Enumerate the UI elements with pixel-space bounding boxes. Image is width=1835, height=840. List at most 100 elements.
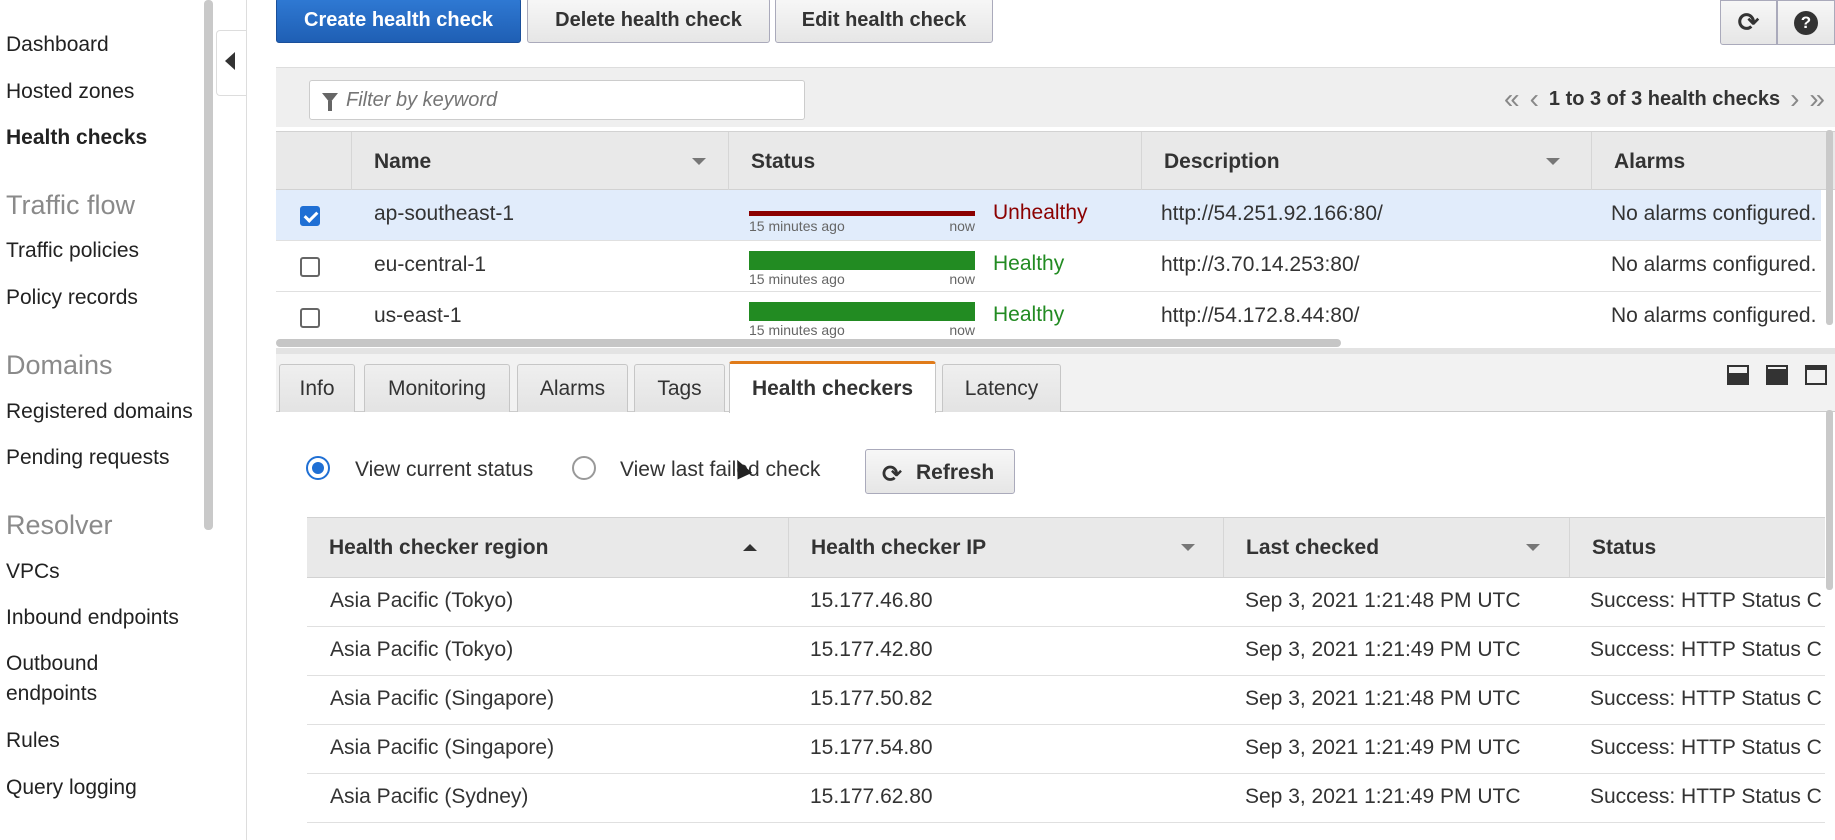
checker-region: Asia Pacific (Tokyo) (330, 589, 514, 612)
sidebar-item-outbound-endpoints-line2[interactable]: endpoints (6, 681, 97, 707)
sidebar-item-registered-domains[interactable]: Registered domains (6, 399, 193, 425)
column-ip[interactable]: Health checker IP (788, 518, 1223, 577)
checker-status: Success: HTTP Status C (1590, 736, 1822, 759)
collapse-sidebar-button[interactable] (216, 30, 246, 96)
row-checkbox[interactable] (300, 257, 320, 277)
sort-ascending-icon[interactable] (743, 544, 757, 551)
status-bar-fill (749, 251, 975, 270)
delete-health-check-button[interactable]: Delete health check (527, 0, 770, 43)
checkers-vertical-scrollbar[interactable] (1826, 410, 1833, 590)
sort-icon[interactable] (1526, 544, 1540, 551)
table-row: Asia Pacific (Singapore) 15.177.50.82 Se… (307, 676, 1825, 725)
status-text: Healthy (993, 303, 1065, 326)
status-text: Unhealthy (993, 201, 1088, 224)
column-alarms[interactable]: Alarms (1591, 132, 1835, 191)
column-checker-status[interactable]: Status (1569, 518, 1825, 577)
checker-region: Asia Pacific (Singapore) (330, 736, 555, 759)
checker-status: Success: HTTP Status C (1590, 589, 1822, 612)
sidebar-item-query-logging[interactable]: Query logging (6, 775, 137, 801)
panel-small-icon[interactable] (1727, 365, 1749, 385)
sidebar-item-pending-requests[interactable]: Pending requests (6, 445, 169, 471)
sidebar-item-hosted-zones[interactable]: Hosted zones (6, 79, 134, 105)
help-button[interactable]: ? (1777, 0, 1835, 45)
panel-large-icon[interactable] (1805, 365, 1827, 385)
horizontal-scrollbar[interactable] (276, 339, 1341, 347)
health-check-name: eu-central-1 (374, 253, 487, 276)
radio-last-failed[interactable] (572, 456, 596, 480)
table-row: Asia Pacific (Tokyo) 15.177.46.80 Sep 3,… (307, 578, 1825, 627)
tab-latency[interactable]: Latency (942, 364, 1061, 412)
column-name[interactable]: Name (351, 132, 728, 191)
tab-info[interactable]: Info (279, 364, 355, 412)
radio-current-status-label: View current status (355, 458, 534, 481)
next-page-icon[interactable]: › (1790, 85, 1799, 113)
section-resolver: Resolver (6, 510, 113, 540)
radio-current-status[interactable] (306, 456, 330, 480)
sidebar-divider (246, 0, 247, 840)
sort-icon[interactable] (1546, 158, 1560, 165)
row-checkbox[interactable] (300, 206, 320, 226)
sidebar-item-inbound-endpoints[interactable]: Inbound endpoints (6, 605, 179, 631)
table-row[interactable]: us-east-1 15 minutes ago now Healthy htt… (276, 292, 1821, 338)
sidebar: Dashboard Hosted zones Health checks Tra… (0, 0, 206, 840)
table-row[interactable]: eu-central-1 15 minutes ago now Healthy … (276, 241, 1821, 292)
description-text: http://54.172.8.44:80/ (1161, 304, 1360, 327)
checker-status: Success: HTTP Status C (1590, 638, 1822, 661)
checker-last-checked: Sep 3, 2021 1:21:49 PM UTC (1245, 736, 1521, 759)
radio-last-failed-label: View last failed check (620, 458, 821, 481)
filter-field[interactable] (309, 80, 805, 120)
help-icon: ? (1794, 10, 1818, 35)
table-row: Asia Pacific (Singapore) 15.177.54.80 Se… (307, 725, 1825, 774)
column-description[interactable]: Description (1141, 132, 1591, 191)
filter-icon (322, 93, 338, 111)
prev-page-icon[interactable]: ‹ (1530, 85, 1539, 113)
checker-ip: 15.177.62.80 (810, 785, 933, 808)
sidebar-item-dashboard[interactable]: Dashboard (6, 32, 109, 58)
checker-region: Asia Pacific (Tokyo) (330, 638, 514, 661)
sidebar-scrollbar[interactable] (204, 0, 213, 530)
status-timeline: 15 minutes ago now (749, 251, 975, 291)
panel-medium-icon[interactable] (1766, 365, 1788, 385)
sidebar-item-vpcs[interactable]: VPCs (6, 559, 60, 585)
status-bar-fill (749, 302, 975, 321)
sidebar-item-traffic-policies[interactable]: Traffic policies (6, 238, 139, 264)
alarms-text: No alarms configured. (1611, 202, 1817, 225)
table-vertical-scrollbar[interactable] (1826, 130, 1833, 325)
sidebar-item-health-checks[interactable]: Health checks (6, 125, 147, 151)
table-row[interactable]: ap-southeast-1 15 minutes ago now Unheal… (276, 190, 1821, 241)
sort-icon[interactable] (692, 158, 706, 165)
checkers-table-header: Health checker region Health checker IP … (307, 517, 1825, 578)
refresh-button[interactable]: ⟳ Refresh (865, 449, 1015, 494)
create-health-check-button[interactable]: Create health check (276, 0, 521, 43)
caret-left-icon (225, 52, 235, 70)
sidebar-item-outbound-endpoints[interactable]: Outbound (6, 651, 98, 677)
last-page-icon[interactable]: » (1809, 85, 1825, 113)
tab-monitoring[interactable]: Monitoring (364, 364, 510, 412)
tab-health-checkers[interactable]: Health checkers (729, 361, 936, 413)
column-last-checked[interactable]: Last checked (1223, 518, 1569, 577)
row-checkbox[interactable] (300, 308, 320, 328)
section-domains: Domains (6, 350, 113, 380)
column-status[interactable]: Status (728, 132, 1141, 191)
checker-ip: 15.177.46.80 (810, 589, 933, 612)
edit-health-check-button[interactable]: Edit health check (775, 0, 993, 43)
checker-last-checked: Sep 3, 2021 1:21:49 PM UTC (1245, 638, 1521, 661)
filter-input[interactable] (346, 87, 786, 113)
checker-status: Success: HTTP Status C (1590, 687, 1822, 710)
tab-alarms[interactable]: Alarms (517, 364, 628, 412)
tab-tags[interactable]: Tags (634, 364, 725, 412)
checker-region: Asia Pacific (Sydney) (330, 785, 529, 808)
checker-last-checked: Sep 3, 2021 1:21:49 PM UTC (1245, 785, 1521, 808)
column-region[interactable]: Health checker region (307, 518, 788, 577)
checker-ip: 15.177.54.80 (810, 736, 933, 759)
pagination: « ‹ 1 to 3 of 3 health checks › » (1504, 84, 1825, 114)
checker-region: Asia Pacific (Singapore) (330, 687, 555, 710)
alarms-text: No alarms configured. (1611, 253, 1817, 276)
reload-button[interactable]: ⟳ (1720, 0, 1777, 45)
description-text: http://54.251.92.166:80/ (1161, 202, 1383, 225)
sidebar-item-policy-records[interactable]: Policy records (6, 285, 138, 311)
table-row: Asia Pacific (Sydney) 15.177.62.80 Sep 3… (307, 774, 1825, 823)
first-page-icon[interactable]: « (1504, 85, 1520, 113)
sidebar-item-rules[interactable]: Rules (6, 728, 60, 754)
sort-icon[interactable] (1181, 544, 1195, 551)
